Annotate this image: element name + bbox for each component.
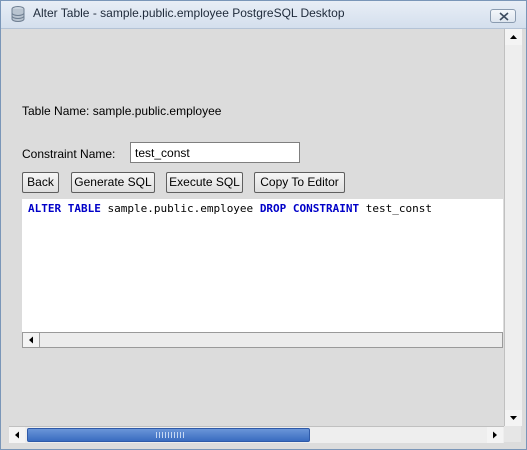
arrow-up-icon <box>510 35 517 39</box>
sql-keyword: DROP CONSTRAINT <box>259 202 360 215</box>
scroll-thumb[interactable] <box>27 428 310 442</box>
database-icon <box>11 6 25 22</box>
sql-horizontal-scrollbar[interactable] <box>22 332 503 348</box>
sql-text: sample.public.employee <box>100 202 260 215</box>
arrow-right-icon <box>493 431 497 439</box>
sql-statement: ALTER TABLE sample.public.employee DROP … <box>28 202 432 215</box>
constraint-name-input[interactable] <box>130 142 300 163</box>
scroll-up-button[interactable] <box>505 29 522 45</box>
arrow-down-icon <box>510 416 517 420</box>
copy-to-editor-button[interactable]: Copy To Editor <box>254 172 345 193</box>
generate-sql-button[interactable]: Generate SQL <box>71 172 155 193</box>
sql-text-area[interactable]: ALTER TABLE sample.public.employee DROP … <box>22 199 503 332</box>
window-title: Alter Table - sample.public.employee Pos… <box>33 6 345 20</box>
title-bar[interactable]: Alter Table - sample.public.employee Pos… <box>1 1 526 29</box>
back-button[interactable]: Back <box>22 172 59 193</box>
sql-scroll-left-button[interactable] <box>23 333 40 347</box>
close-button[interactable] <box>490 9 516 23</box>
scroll-right-button[interactable] <box>487 427 503 443</box>
arrow-left-icon <box>29 336 33 344</box>
table-name-label: Table Name: sample.public.employee <box>22 104 222 118</box>
constraint-name-label: Constraint Name: <box>22 147 116 161</box>
sql-keyword: ALTER TABLE <box>28 202 101 215</box>
sql-text: test_const <box>359 202 433 215</box>
horizontal-scrollbar[interactable] <box>9 426 504 443</box>
scroll-down-button[interactable] <box>505 410 522 426</box>
arrow-left-icon <box>15 431 19 439</box>
grip-icon <box>156 432 184 438</box>
scroll-left-button[interactable] <box>9 427 25 443</box>
vertical-scrollbar[interactable] <box>504 29 522 426</box>
scroll-corner <box>504 426 521 442</box>
execute-sql-button[interactable]: Execute SQL <box>166 172 243 193</box>
close-icon <box>499 12 509 21</box>
